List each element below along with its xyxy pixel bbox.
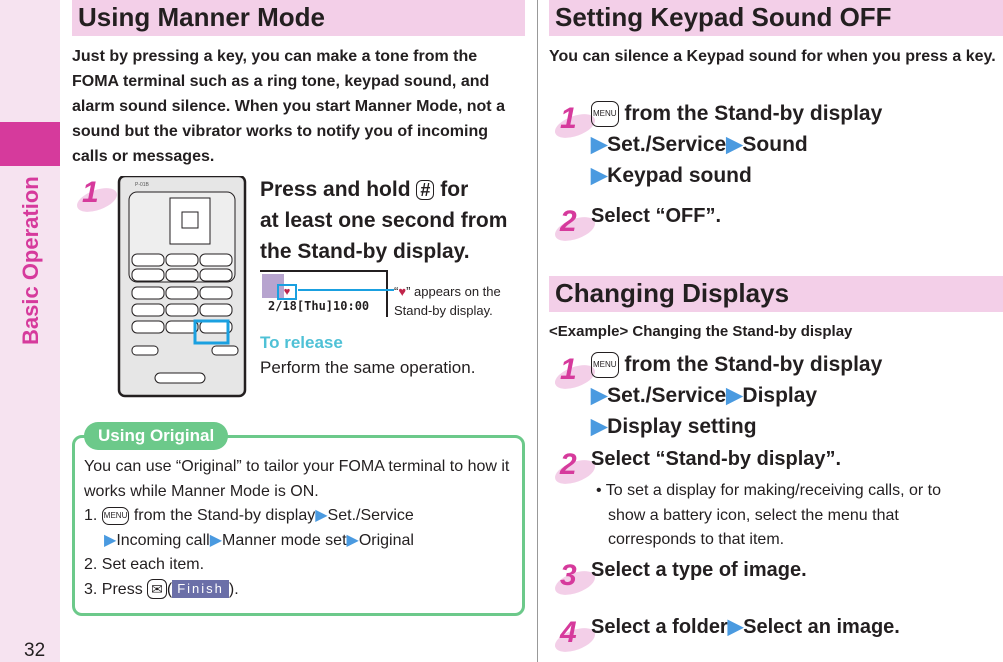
section-header-keypad-sound: Setting Keypad Sound OFF xyxy=(549,0,1003,36)
display-step3: Select a type of image. xyxy=(591,559,807,581)
example-text: <Example> Changing the Stand-by display xyxy=(549,323,853,340)
finish-softkey-label: Finish xyxy=(172,580,229,599)
display-step4: Select a folder▶Select an image. xyxy=(591,616,900,638)
step1-line2: at least one second from xyxy=(260,209,508,232)
step1-line1: Press and hold xyxy=(260,178,411,201)
display-step1: MENU from the Stand-by display ▶Set./Ser… xyxy=(591,352,883,438)
sidebar-tab-marker xyxy=(0,122,60,166)
phone-illustration: P-01B xyxy=(117,176,247,398)
menu-key-icon: MENU xyxy=(591,352,619,379)
manner-mode-icon: ♥ xyxy=(277,284,297,300)
keypad-step2: Select “OFF”. xyxy=(591,205,722,227)
release-text: Perform the same operation. xyxy=(260,358,476,377)
step1-line1b: for xyxy=(440,178,469,201)
screen-datetime: 2/18[Thu]10:00 xyxy=(268,299,370,313)
menu-key-icon: MENU xyxy=(591,101,619,128)
mail-key-icon: ✉ xyxy=(147,579,167,600)
tip-content: You can use “Original” to tailor your FO… xyxy=(84,458,510,600)
display-step2-note: • To set a display for making/receiving … xyxy=(596,482,942,548)
release-title: To release xyxy=(260,333,343,352)
menu-key-icon: MENU xyxy=(101,506,130,525)
hash-key-icon: # xyxy=(416,180,435,201)
section-title-vertical: Basic Operation xyxy=(18,176,43,345)
step1-line3: the Stand-by display. xyxy=(260,240,470,263)
display-step2: Select “Stand-by display”. xyxy=(591,448,842,470)
phone-model-label: P-01B xyxy=(135,182,150,188)
manner-mode-icon: ♥ xyxy=(398,284,407,299)
section-header-manner-mode: Using Manner Mode xyxy=(72,0,525,36)
page-number: 32 xyxy=(24,640,46,661)
section-header-changing-displays: Changing Displays xyxy=(549,276,1003,312)
standby-screen-thumbnail: ♥ 2/18[Thu]10:00 xyxy=(260,270,388,317)
keypad-intro: You can silence a Keypad sound for when … xyxy=(549,48,996,65)
column-divider xyxy=(537,0,538,662)
callout-line xyxy=(298,289,394,291)
screen-caption: “♥” appears on the Stand-by display. xyxy=(394,284,501,318)
keypad-step1: MENU from the Stand-by display ▶Set./Ser… xyxy=(591,101,883,187)
intro-text: Just by pressing a key, you can make a t… xyxy=(72,48,505,165)
step1-instruction: Press and hold # for at least one second… xyxy=(260,174,507,267)
tip-label: Using Original xyxy=(84,422,229,450)
